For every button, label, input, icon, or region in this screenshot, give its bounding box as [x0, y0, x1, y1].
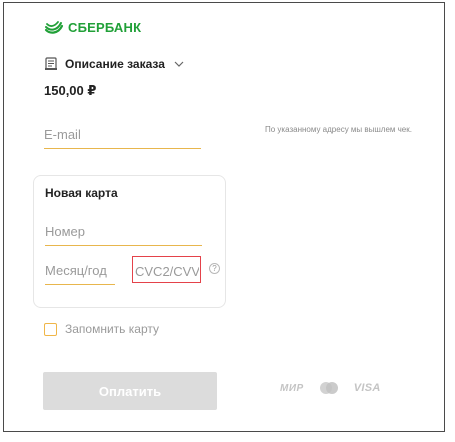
order-description-toggle[interactable]: Описание заказа [44, 57, 184, 71]
remember-card-label: Запомнить карту [65, 322, 159, 336]
order-description-label: Описание заказа [65, 57, 165, 71]
chevron-down-icon [174, 61, 184, 67]
new-card-title: Новая карта [45, 186, 118, 200]
brand-name: СБЕРБАНК [68, 20, 142, 35]
pay-button[interactable]: Оплатить [43, 372, 217, 410]
mastercard-logo-icon [319, 382, 338, 394]
new-card-form: Новая карта ? [33, 175, 226, 308]
sberbank-logo-icon [44, 20, 64, 34]
email-input[interactable] [44, 125, 201, 148]
visa-logo: VISA [353, 382, 381, 394]
sberbank-logo: СБЕРБАНК [44, 20, 141, 35]
email-field-wrapper [44, 125, 201, 149]
card-number-underline [45, 245, 202, 246]
email-underline [44, 148, 201, 149]
help-icon[interactable]: ? [209, 263, 220, 274]
cvc-highlight-box [132, 256, 201, 285]
card-number-input[interactable] [45, 222, 202, 245]
expiry-input[interactable] [45, 261, 115, 284]
cvc-input[interactable] [135, 262, 199, 285]
card-number-wrapper [45, 222, 202, 246]
remember-card-checkbox[interactable] [44, 322, 57, 336]
expiry-underline [45, 284, 115, 285]
order-amount: 150,00 ₽ [44, 83, 97, 98]
payment-systems: МИР VISA [280, 381, 381, 395]
email-note: По указанному адресу мы вышлем чек. [265, 125, 412, 134]
receipt-icon [45, 57, 57, 70]
remember-card-toggle[interactable]: Запомнить карту [44, 322, 159, 336]
mir-logo: МИР [280, 382, 304, 394]
expiry-wrapper [45, 261, 115, 285]
